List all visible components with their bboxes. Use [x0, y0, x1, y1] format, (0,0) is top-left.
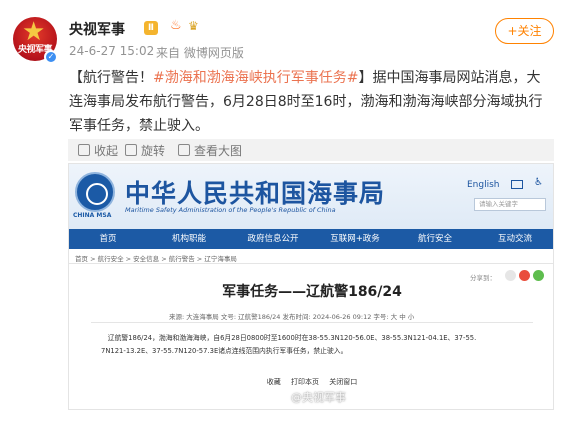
rotate-icon	[125, 144, 137, 156]
flame-icon[interactable]: ♨	[170, 18, 182, 33]
follow-button[interactable]: +关注	[495, 18, 554, 44]
topic-link[interactable]: #渤海和渤海海峡执行军事任务#	[153, 70, 358, 86]
msa-nav-item: 航行安全	[417, 234, 452, 244]
post-time[interactable]: 24-6-27 15:02	[69, 44, 154, 58]
weibo-share-icon	[519, 270, 530, 281]
msa-nav-item: 机构职能	[171, 234, 206, 244]
post-text-prefix: 【航行警告！	[69, 70, 153, 86]
mail-icon	[511, 180, 523, 189]
username[interactable]: 央视军事	[69, 19, 125, 39]
post-text: 【航行警告！#渤海和渤海海峡执行军事任务#】据中国海事局网站消息，大连海事局发布…	[69, 66, 553, 138]
wechat-share-icon	[533, 270, 544, 281]
article-body-line: 辽航警186/24，渤海和渤海海峡，自6月28日0800时至1600时在38-5…	[107, 334, 477, 342]
share-icon	[505, 270, 516, 281]
verified-icon: ✓	[44, 50, 58, 64]
accessibility-icon: ♿	[534, 177, 543, 188]
image-toolbar: 收起 旋转 查看大图	[68, 139, 554, 161]
msa-nav-item: 互动交流	[497, 234, 532, 244]
watermark: @央视军事	[291, 391, 346, 404]
view-large-button[interactable]: 查看大图	[178, 142, 242, 159]
msa-english-link: English	[467, 180, 500, 190]
article-body-line: 7N121-13.2E、37-55.7N120-57.3E诸点连线范围内执行军事…	[101, 347, 348, 355]
level-badge[interactable]: Ⅱ	[144, 21, 158, 35]
msa-nav-item: 政府信息公开	[247, 234, 299, 244]
msa-search-box: 请输入关键字	[474, 198, 546, 211]
msa-logo-icon	[75, 172, 115, 212]
msa-site-title: 中华人民共和国海事局	[125, 179, 386, 208]
article-body: 辽航警186/24，渤海和渤海海峡，自6月28日0800时至1600时在38-5…	[101, 332, 523, 358]
msa-nav-bar: 首页 机构职能 政府信息公开 互联网+政务 航行安全 互动交流	[69, 229, 553, 249]
post-source: 来自 微博网页版	[156, 46, 244, 60]
msa-nav-item: 互联网+政务	[330, 234, 380, 244]
article-tools: 收藏 打印本页 关闭窗口	[69, 377, 553, 387]
article-title: 军事任务——辽航警186/24	[222, 284, 402, 300]
collapse-button[interactable]: 收起	[78, 142, 118, 159]
crown-icon[interactable]: ♛	[188, 19, 199, 33]
favorite-link: 收藏	[266, 378, 281, 386]
article-meta: 来源: 大连海事局 文号: 辽航警186/24 发布时间: 2024-06-26…	[169, 313, 415, 321]
msa-breadcrumb: 首页 > 航行安全 > 安全信息 > 航行警告 > 辽宁海事局	[75, 255, 237, 263]
msa-header: CHINA MSA 中华人民共和国海事局 Maritime Safety Adm…	[69, 164, 553, 229]
post-header: ★ 央视军事 ✓ 央视军事 Ⅱ ♨ ♛ 24-6-27 15:02 来自 微博网…	[0, 0, 567, 64]
msa-site-subtitle: Maritime Safety Administration of the Pe…	[125, 206, 336, 214]
magnify-icon	[178, 144, 190, 156]
divider	[91, 322, 533, 323]
msa-nav-item: 首页	[99, 234, 117, 244]
close-window-link: 关闭窗口	[329, 378, 358, 386]
attached-image[interactable]: CHINA MSA 中华人民共和国海事局 Maritime Safety Adm…	[68, 163, 554, 410]
collapse-icon	[78, 144, 90, 156]
rotate-button[interactable]: 旋转	[125, 142, 165, 159]
print-link: 打印本页	[291, 378, 319, 386]
divider	[69, 263, 553, 264]
msa-logo-caption: CHINA MSA	[73, 212, 112, 219]
